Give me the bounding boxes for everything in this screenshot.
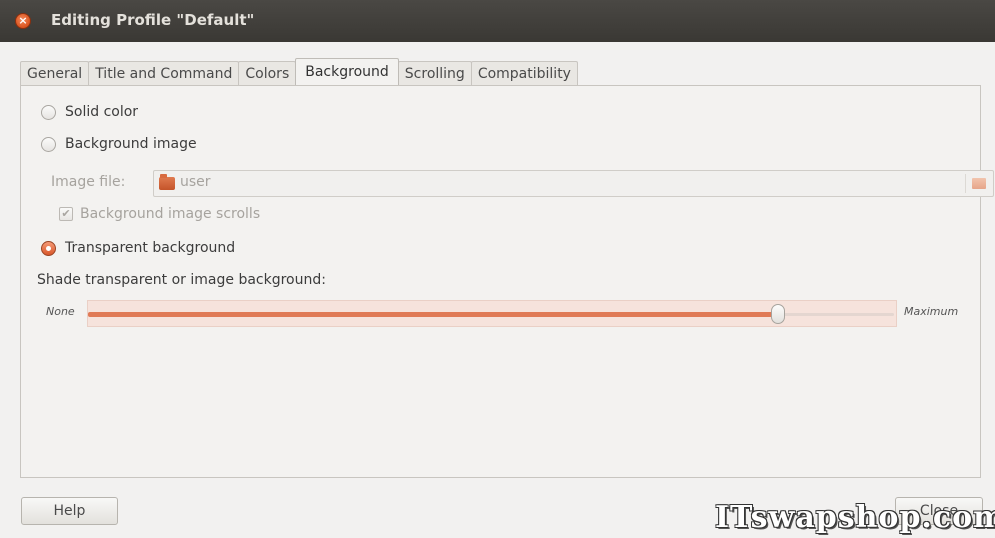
transparent-background-label: Transparent background xyxy=(65,240,236,256)
title-bar: × Editing Profile "Default" xyxy=(0,0,995,42)
help-button[interactable]: Help xyxy=(21,497,118,525)
solid-color-radio[interactable] xyxy=(41,104,56,120)
tab-title-and-command[interactable]: Title and Command xyxy=(88,61,240,85)
background-tab-panel: Solid color Background image Image file:… xyxy=(20,85,994,478)
image-file-label-text: Image file: xyxy=(51,174,126,190)
transparent-background-option[interactable]: Transparent background xyxy=(41,240,235,256)
slider-rail xyxy=(783,313,894,316)
image-scrolls-checkbox[interactable]: ✔ xyxy=(59,207,73,221)
transparent-background-radio[interactable] xyxy=(41,240,56,256)
chooser-separator xyxy=(965,174,966,193)
folder-icon xyxy=(159,174,175,190)
tab-colors[interactable]: Colors xyxy=(238,61,297,85)
solid-color-option[interactable]: Solid color xyxy=(41,104,138,120)
folder-open-icon[interactable] xyxy=(972,178,986,189)
window-title: Editing Profile "Default" xyxy=(51,11,255,29)
watermark: ITswapshop.com xyxy=(715,500,995,535)
tab-compatibility[interactable]: Compatibility xyxy=(470,61,578,85)
slider-thumb[interactable] xyxy=(771,304,785,324)
image-file-value: user xyxy=(180,174,211,190)
background-image-radio[interactable] xyxy=(41,136,56,152)
tab-background[interactable]: Background xyxy=(295,58,399,85)
slider-max-label: Maximum xyxy=(904,305,959,318)
solid-color-label: Solid color xyxy=(65,104,139,120)
shade-slider[interactable] xyxy=(87,300,897,327)
checkmark-icon: ✔ xyxy=(61,207,71,220)
shade-label-text: Shade transparent or image background: xyxy=(37,272,326,288)
tab-general[interactable]: General xyxy=(20,61,90,85)
image-scrolls-label: Background image scrolls xyxy=(80,206,261,222)
tab-bar: General Title and Command Colors Backgro… xyxy=(20,58,578,85)
slider-fill xyxy=(88,312,775,317)
slider-min-label: None xyxy=(46,305,75,318)
shade-label: Shade transparent or image background: xyxy=(37,272,326,288)
background-image-option[interactable]: Background image xyxy=(41,136,197,152)
tab-scrolling[interactable]: Scrolling xyxy=(397,61,472,85)
image-file-label: Image file: xyxy=(51,174,125,190)
image-file-chooser[interactable]: user xyxy=(153,170,994,197)
close-icon[interactable]: × xyxy=(15,13,31,29)
background-image-label: Background image xyxy=(65,136,197,152)
image-scrolls-option[interactable]: ✔ Background image scrolls xyxy=(59,206,260,222)
